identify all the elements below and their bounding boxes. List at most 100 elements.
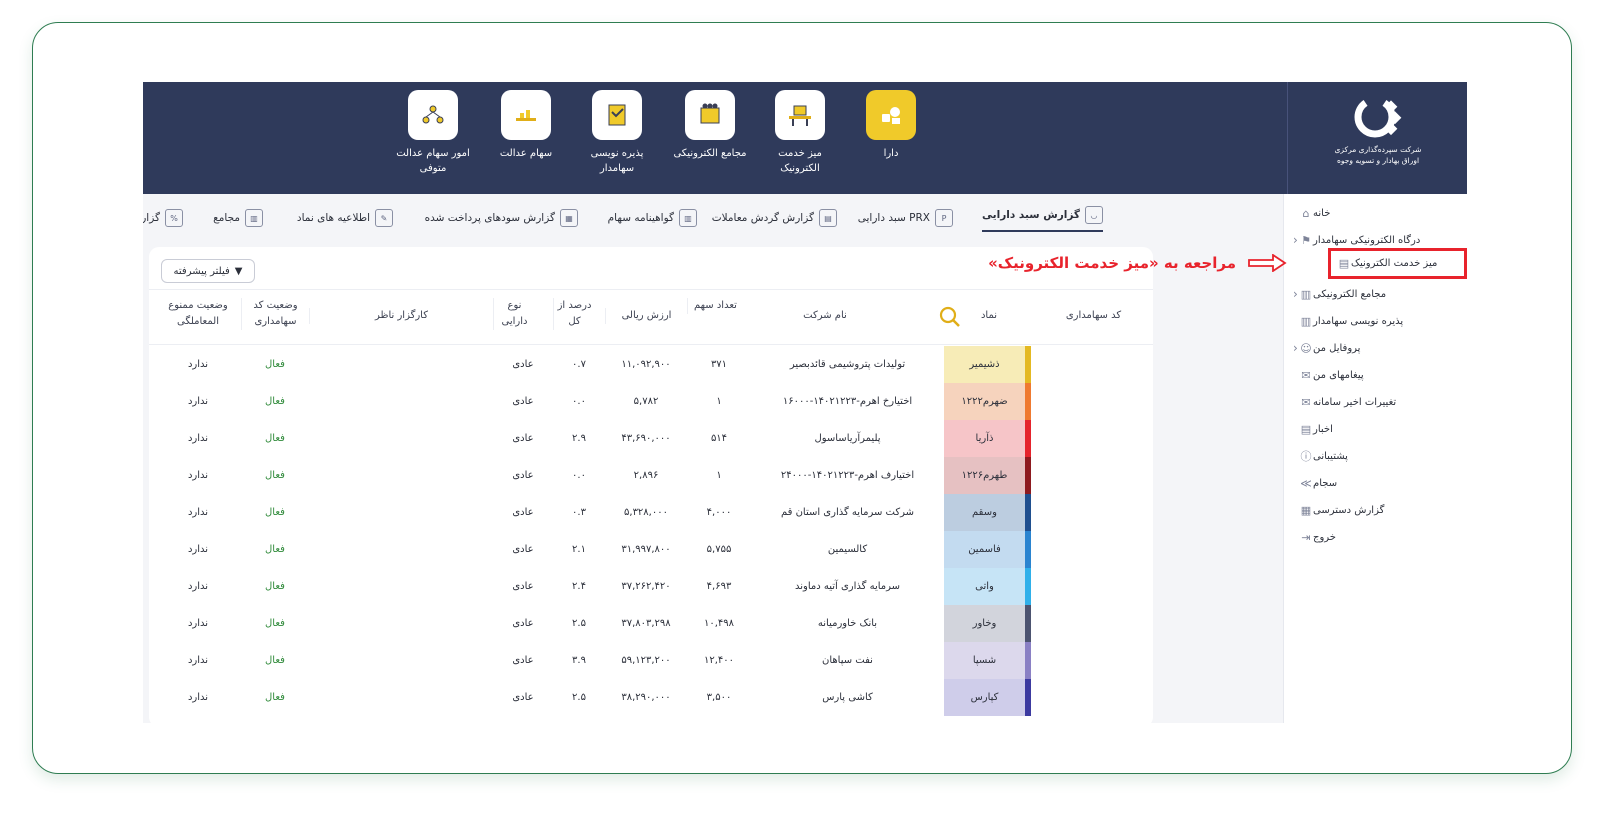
- filter-icon: ▼: [234, 265, 243, 277]
- service-desk-icon: ▤: [1338, 257, 1350, 270]
- certificate-icon: ▥: [679, 209, 697, 227]
- news-icon: ▤: [1300, 422, 1312, 436]
- company-cell: اختیارف اهرم-۱۴۰۲۱۲۲۳-۲۴۰۰۰: [780, 470, 915, 481]
- sidebar-item-profile[interactable]: ☺ پروفایل من ‹: [1293, 337, 1457, 359]
- tile-subscription[interactable]: پذیره نویسی سهامدار: [577, 90, 657, 176]
- tab-transactions[interactable]: ▤ گزارش گردش معاملات: [712, 204, 837, 232]
- company-cell: سرمایه گذاری آتیه دماوند: [794, 581, 901, 592]
- tab-label: سبد دارایی PRX: [857, 212, 930, 224]
- tile-deceased-shares[interactable]: امور سهام عدالت متوفی: [393, 90, 473, 176]
- chevron-left-icon: ‹: [1293, 287, 1298, 301]
- table-row[interactable]: ضهرم۱۲۲۲ اختیارخ اهرم-۱۴۰۲۱۲۲۳-۱۶۰۰۰ ۱ ۵,۷۸…: [149, 383, 1153, 420]
- symbol-cell: وخاور: [944, 605, 1025, 642]
- ban-cell: ندارد: [187, 507, 209, 518]
- header-code-status: وضعیت کد سهامداری: [241, 298, 309, 330]
- table-row[interactable]: وخاور بانک خاورمیانه ۱۰,۴۹۸ ۳۷,۸۰۳,۲۹۸ ۲.۵ عا…: [149, 605, 1153, 642]
- table-row[interactable]: فاسمین کالسیمین ۵,۷۵۵ ۳۱,۹۹۷,۸۰۰ ۲.۱ عادی فعال…: [149, 531, 1153, 568]
- sidebar-item-changes[interactable]: ✉ تغییرات اخیر سامانه: [1293, 391, 1457, 413]
- type-cell: عادی: [512, 655, 534, 666]
- status-cell: فعال: [265, 544, 285, 555]
- cdsc-logo-icon: [1354, 96, 1402, 138]
- status-cell: فعال: [265, 359, 285, 370]
- table-row[interactable]: طهرم۱۲۲۶ اختیارف اهرم-۱۴۰۲۱۲۲۳-۲۴۰۰۰ ۱ ۲,۸۹…: [149, 457, 1153, 494]
- value-cell: ۵,۷۸۲: [633, 396, 659, 407]
- sidebar-item-news[interactable]: ▤ اخبار: [1293, 418, 1457, 440]
- report-icon: ▦: [1300, 503, 1312, 517]
- percent-cell: ۰.۳: [572, 507, 586, 518]
- tab-prx-basket[interactable]: P سبد دارایی PRX: [858, 204, 953, 232]
- sidebar-item-label: پیغامهای من: [1313, 369, 1364, 381]
- tile-label: سهام عدالت: [499, 148, 553, 159]
- ban-cell: ندارد: [187, 581, 209, 592]
- table-row[interactable]: کپارس کاشی پارس ۳,۵۰۰ ۳۸,۲۹۰,۰۰۰ ۲.۵ عادی فعال…: [149, 679, 1153, 716]
- tab-symbol-notices[interactable]: ✎ اطلاعیه های نماد: [297, 204, 393, 232]
- report-tabs: ◡ گزارش سبد دارایی P سبد دارایی PRX ▤ گزارش…: [143, 194, 1283, 242]
- assembly-icon: ▥: [245, 209, 263, 227]
- symbol-color-strip: [1025, 679, 1031, 716]
- symbol-color-strip: [1025, 457, 1031, 494]
- table-row[interactable]: واتی سرمایه گذاری آتیه دماوند ۴,۶۹۳ ۳۷,۲۶۲,…: [149, 568, 1153, 605]
- status-cell: فعال: [265, 507, 285, 518]
- tab-certificate[interactable]: ▥ گواهینامه سهام: [608, 204, 697, 232]
- percent-cell: ۰.۰: [572, 396, 586, 407]
- ban-cell: ندارد: [187, 396, 209, 407]
- status-cell: فعال: [265, 396, 285, 407]
- sidebar-item-messages[interactable]: ✉ پیغامهای من: [1293, 364, 1457, 386]
- tab-label: گزارش گردش معاملات: [711, 212, 814, 224]
- instruction-annotation: مراجعه به «میز خدمت الکترونیک»: [988, 254, 1236, 272]
- percent-cell: ۳.۹: [572, 655, 586, 666]
- company-cell: کاشی پارس: [822, 692, 873, 703]
- table-row[interactable]: وسقم شرکت سرمایه گذاری استان قم ۴,۰۰۰ ۵,۳۲۸…: [149, 494, 1153, 531]
- table-row[interactable]: ذشیمیر تولیدات پتروشیمی قائدبصیر ۳۷۱ ۱۱,۰۹۲…: [149, 346, 1153, 383]
- count-cell: ۱: [716, 470, 722, 481]
- gateway-icon: ⚑: [1301, 233, 1311, 247]
- subscription-icon: [592, 90, 642, 140]
- sidebar-item-assemblies[interactable]: ▥ مجامع الکترونیکی ‹: [1293, 283, 1457, 305]
- tile-label: میز خدمت الکترونیک: [778, 148, 822, 174]
- sidebar-item-home[interactable]: ⌂ خانه: [1293, 202, 1457, 224]
- table-row[interactable]: ذآریا پلیمرآریاساسول ۵۱۴ ۴۳,۶۹۰,۰۰۰ ۲.۹ عادی ف…: [149, 420, 1153, 457]
- count-cell: ۴,۶۹۳: [706, 581, 732, 592]
- value-cell: ۵۹,۱۲۳,۲۰۰: [621, 655, 671, 666]
- tab-label: گزارش سودهای تعلق گرفته از سال ۹۶ به: [143, 212, 160, 224]
- header-share-count: تعداد سهم: [687, 298, 743, 314]
- sidebar-item-support[interactable]: ⓘ پشتیبانی: [1293, 445, 1457, 467]
- tile-justice-shares[interactable]: سهام عدالت: [486, 90, 566, 161]
- type-cell: عادی: [512, 581, 534, 592]
- sidebar-item-label: خروج: [1313, 531, 1336, 543]
- sidebar-item-subscription[interactable]: ▥ پذیره نویسی سهامدار: [1293, 310, 1457, 332]
- tile-dara[interactable]: دارا: [851, 90, 931, 161]
- header-shareholder-code: کد سهامداری: [1065, 310, 1122, 321]
- advanced-filter-button[interactable]: فیلتر پیشرفته ▼: [161, 259, 255, 283]
- info-icon: ⓘ: [1300, 450, 1312, 463]
- table-row[interactable]: شسپا نفت سپاهان ۱۲,۴۰۰ ۵۹,۱۲۳,۲۰۰ ۳.۹ عادی فعا…: [149, 642, 1153, 679]
- top-header: شرکت سپرده‌گذاری مرکزی اوراق بهادار و تس…: [143, 82, 1467, 194]
- ban-cell: ندارد: [187, 359, 209, 370]
- ban-cell: ندارد: [187, 544, 209, 555]
- paid-dividend-icon: ▦: [560, 209, 578, 227]
- chevron-left-icon: ‹: [1293, 341, 1298, 355]
- sidebar-item-logout[interactable]: ⇥ خروج: [1293, 526, 1457, 548]
- sidebar-item-service-desk[interactable]: ▤ میز خدمت الکترونیک: [1328, 248, 1467, 279]
- sidebar-item-label: گزارش دسترسی: [1313, 504, 1385, 516]
- sidebar-item-access-report[interactable]: ▦ گزارش دسترسی: [1293, 499, 1457, 521]
- company-cell: نفت سپاهان: [822, 655, 873, 666]
- header-asset-type: نوع دارایی: [493, 298, 535, 330]
- assembly-icon: [685, 90, 735, 140]
- percent-cell: ۲.۱: [572, 544, 586, 555]
- tile-label: دارا: [883, 148, 899, 159]
- sidebar-item-sejam[interactable]: ≫ سجام: [1293, 472, 1457, 494]
- logout-icon: ⇥: [1301, 530, 1311, 544]
- sidebar-item-label: پروفایل من: [1313, 342, 1361, 354]
- tile-assemblies[interactable]: مجامع الکترونیکی: [665, 90, 755, 161]
- status-cell: فعال: [265, 470, 285, 481]
- tab-paid-dividends[interactable]: ▦ گزارش سودهای پرداخت شده: [425, 204, 578, 232]
- search-icon[interactable]: [938, 305, 962, 329]
- changes-icon: ✉: [1301, 395, 1311, 409]
- count-cell: ۵۱۴: [710, 433, 728, 444]
- tile-service-desk[interactable]: میز خدمت الکترونیک: [760, 90, 840, 176]
- tab-accrued-dividends[interactable]: % گزارش سودهای تعلق گرفته از سال ۹۶ به: [143, 204, 183, 232]
- tab-asset-basket[interactable]: ◡ گزارش سبد دارایی: [982, 204, 1103, 232]
- tab-assemblies[interactable]: ▥ مجامع: [213, 204, 263, 232]
- deceased-shares-icon: [408, 90, 458, 140]
